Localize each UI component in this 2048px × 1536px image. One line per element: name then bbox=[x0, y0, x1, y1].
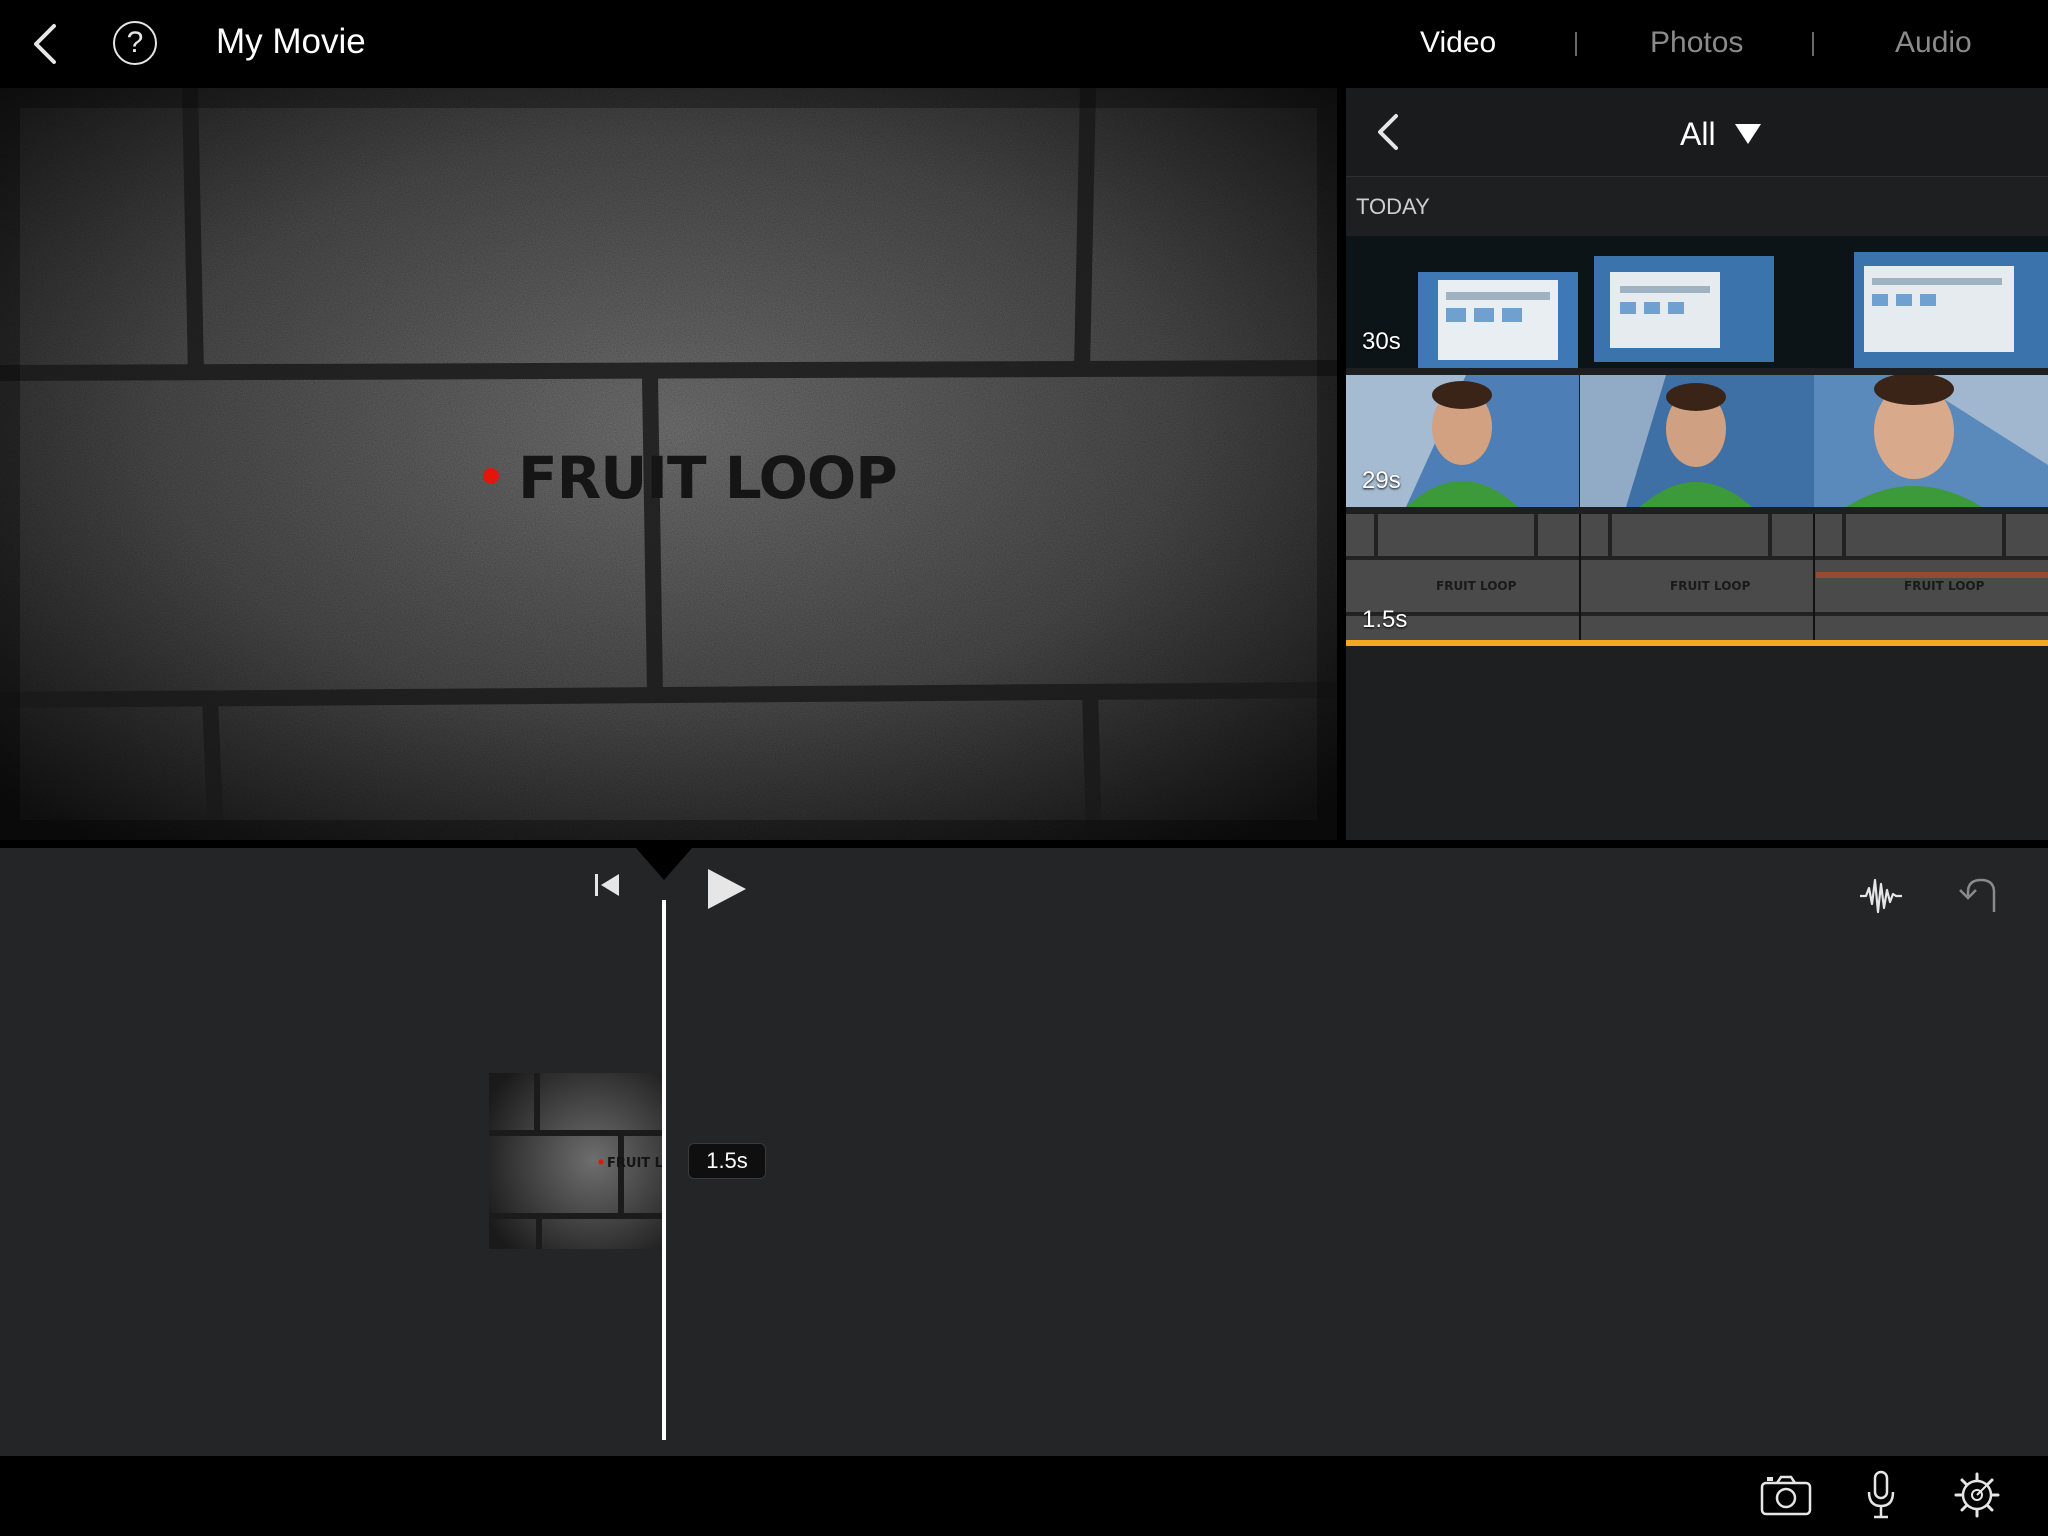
timeline-clip-thumbnail: FRUIT L bbox=[489, 1073, 663, 1249]
clip-duration: 1.5s bbox=[1362, 606, 1408, 633]
browser-header: All bbox=[1346, 88, 2048, 177]
bottom-toolbar bbox=[0, 1456, 2048, 1536]
clip-thumbnail-person[interactable]: 29s bbox=[1346, 375, 2048, 507]
filter-dropdown[interactable]: All bbox=[1680, 116, 1716, 153]
tab-audio[interactable]: Audio bbox=[1895, 26, 1972, 60]
gear-icon[interactable] bbox=[1954, 1472, 2000, 1518]
playhead[interactable] bbox=[662, 900, 666, 1440]
svg-text:FRUIT LOOP: FRUIT LOOP bbox=[1904, 579, 1985, 593]
clip-duration-badge: 1.5s bbox=[688, 1143, 766, 1179]
tab-video[interactable]: Video bbox=[1420, 26, 1496, 60]
back-icon[interactable] bbox=[28, 22, 64, 66]
tab-separator bbox=[1575, 32, 1577, 56]
play-icon[interactable] bbox=[706, 867, 748, 911]
undo-icon[interactable] bbox=[1954, 874, 2002, 914]
preview-viewer[interactable]: FRUIT LOOP bbox=[0, 88, 1337, 840]
brick-wall-preview: FRUIT LOOP bbox=[0, 88, 1337, 840]
clip-thumbnail-screen[interactable]: 30s bbox=[1346, 236, 2048, 368]
playhead-marker bbox=[636, 848, 692, 880]
section-header-today: TODAY bbox=[1356, 194, 1430, 219]
project-title: My Movie bbox=[216, 22, 366, 61]
timeline[interactable] bbox=[0, 848, 2048, 1456]
svg-text:FRUIT L: FRUIT L bbox=[607, 1156, 663, 1171]
svg-text:FRUIT LOOP: FRUIT LOOP bbox=[1436, 579, 1517, 593]
tab-photos[interactable]: Photos bbox=[1650, 26, 1743, 60]
top-bar: ? My Movie Video Photos Audio bbox=[0, 0, 2048, 88]
media-browser: All TODAY 30s 29s FRUIT LOOP FRUIT LOOP … bbox=[1346, 88, 2048, 840]
triangle-down-icon[interactable] bbox=[1735, 124, 1761, 144]
clip-duration: 30s bbox=[1362, 328, 1401, 355]
svg-text:FRUIT LOOP: FRUIT LOOP bbox=[1670, 579, 1751, 593]
microphone-icon[interactable] bbox=[1866, 1470, 1896, 1520]
camera-icon[interactable] bbox=[1760, 1474, 1812, 1516]
timeline-clip[interactable]: FRUIT L bbox=[489, 1073, 663, 1249]
screen-thumbnails bbox=[1346, 236, 2048, 368]
svg-text:FRUIT LOOP: FRUIT LOOP bbox=[518, 444, 897, 512]
person-thumbnails bbox=[1346, 375, 2048, 507]
chevron-left-icon[interactable] bbox=[1374, 110, 1404, 154]
clip-thumbnail-title[interactable]: FRUIT LOOP FRUIT LOOP FRUIT LOOP 1.5s bbox=[1346, 514, 2048, 646]
clip-duration: 29s bbox=[1362, 467, 1401, 494]
tab-separator bbox=[1812, 32, 1814, 56]
audio-waveform-icon[interactable] bbox=[1858, 874, 1904, 918]
title-clip-thumbnails: FRUIT LOOP FRUIT LOOP FRUIT LOOP bbox=[1346, 514, 2048, 646]
help-button[interactable]: ? bbox=[113, 21, 157, 65]
skip-to-start-icon[interactable] bbox=[592, 870, 622, 900]
